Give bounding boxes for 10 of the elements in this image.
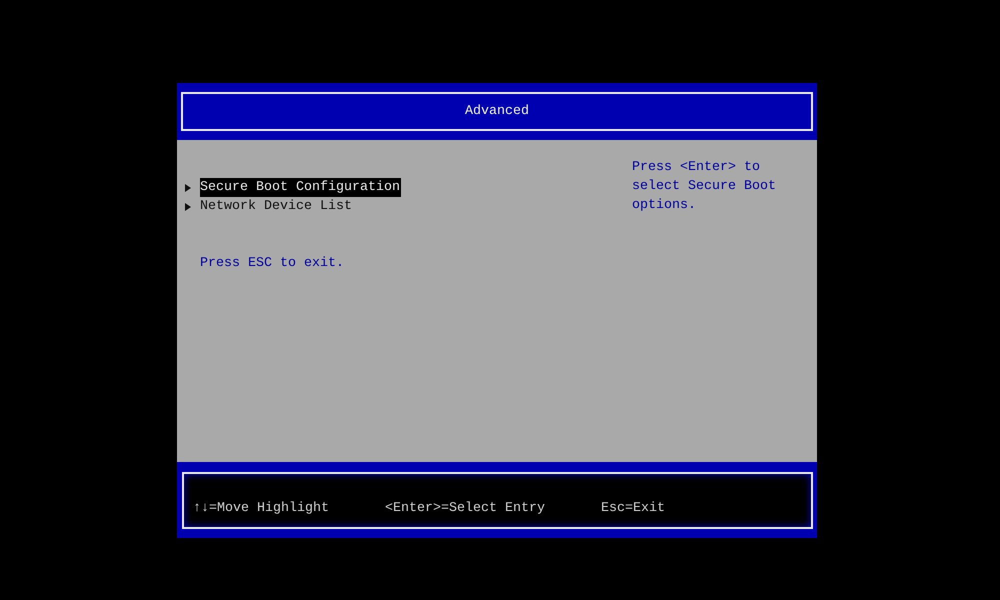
exit-hint: Press ESC to exit. [200, 255, 344, 273]
help-text: Press <Enter> to select Secure Boot options. [632, 159, 777, 215]
menu-item[interactable]: Network Device List [200, 197, 353, 216]
menu-item[interactable]: Secure Boot Configuration [200, 178, 401, 197]
key-hint: ↑↓=Move Highlight [193, 500, 329, 518]
key-hint: Esc=Exit [600, 500, 665, 518]
triangle-icon [185, 202, 191, 210]
triangle-icon [185, 184, 191, 192]
key-hint: <Enter>=Select Entry [384, 500, 545, 518]
screen-title: Advanced [465, 103, 529, 121]
